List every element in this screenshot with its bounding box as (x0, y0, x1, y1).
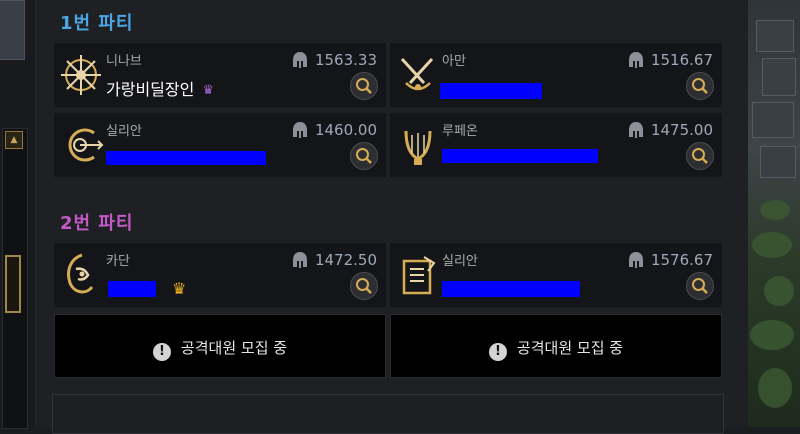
member-class-name: 아만 (442, 54, 466, 69)
magnifier-icon (692, 278, 708, 294)
member-gear-score: 1460.00 (314, 121, 377, 139)
magnifier-icon (356, 148, 372, 164)
inspect-button[interactable] (686, 72, 714, 100)
member-gear-score: 1472.50 (314, 251, 377, 269)
helmet-icon (293, 252, 307, 268)
leader-crown-icon: ♛ (172, 279, 187, 298)
aman-emblem-icon (400, 57, 434, 91)
party-member-card[interactable]: 루페온 1475.00 (390, 113, 722, 177)
member-player-name: 가랑비딜장인 ♛ (106, 76, 214, 100)
member-gear-score: 1475.00 (650, 121, 713, 139)
bottom-frame (52, 394, 724, 434)
member-gear-score: 1516.67 (650, 51, 713, 69)
party-member-card[interactable]: 카단 ♛ 1472.50 (54, 243, 386, 307)
magnifier-icon (356, 78, 372, 94)
redacted-name-overlay (442, 149, 598, 163)
inspect-button[interactable] (350, 72, 378, 100)
redacted-name-overlay (440, 83, 542, 99)
party-member-card[interactable]: 니나브 가랑비딜장인 ♛ 1563.33 (54, 43, 386, 107)
magnifier-icon (692, 148, 708, 164)
magnifier-icon (356, 278, 372, 294)
member-class-name: 니나브 (106, 54, 142, 69)
helmet-icon (293, 122, 307, 138)
recruit-slot-content: ! 공격대원 모집 중 (391, 337, 721, 361)
party-member-card[interactable]: 실리안 1576.67 (390, 243, 722, 307)
scroll-up-arrow-icon[interactable]: ▲ (5, 131, 23, 149)
kadan-emblem-icon (67, 253, 94, 294)
exclamation-icon: ! (488, 343, 507, 361)
party-member-card[interactable]: 실리안 1460.00 (54, 113, 386, 177)
inspect-button[interactable] (350, 142, 378, 170)
recruit-slot-content: ! 공격대원 모집 중 (55, 337, 385, 361)
panel-edge-line (35, 0, 37, 427)
party-2-title: 2번 파티 (60, 213, 134, 234)
member-gear-score: 1576.67 (650, 251, 713, 269)
member-class-name: 실리안 (442, 254, 478, 269)
helmet-icon (629, 122, 643, 138)
helmet-icon (629, 52, 643, 68)
member-name-text: 가랑비딜장인 (106, 80, 195, 99)
recruit-slot[interactable]: ! 공격대원 모집 중 (390, 314, 722, 378)
party-1-title: 1번 파티 (60, 13, 134, 34)
redacted-name-overlay (442, 281, 580, 297)
exclamation-icon: ! (152, 343, 171, 361)
recruit-slot[interactable]: ! 공격대원 모집 중 (54, 314, 386, 378)
inspect-button[interactable] (350, 272, 378, 300)
member-class-name: 루페온 (442, 124, 478, 139)
member-gear-score: 1563.33 (314, 51, 377, 69)
lupeon-emblem-icon (404, 130, 432, 165)
purple-crown-icon: ♛ (202, 83, 214, 98)
scrollbar-thumb[interactable] (5, 255, 21, 313)
helmet-icon (293, 52, 307, 68)
recruit-slot-label: 공격대원 모집 중 (180, 339, 288, 357)
magnifier-icon (692, 78, 708, 94)
party-member-card[interactable]: 아만 1516.67 (390, 43, 722, 107)
background-scenery (748, 0, 800, 427)
inspect-button[interactable] (686, 142, 714, 170)
member-class-name: 실리안 (106, 124, 142, 139)
redacted-name-overlay (108, 281, 156, 297)
ninav-emblem-icon (61, 55, 101, 95)
inspect-button[interactable] (686, 272, 714, 300)
silian-emblem-icon (68, 128, 104, 162)
member-class-name: 카단 (106, 254, 130, 269)
helmet-icon (629, 252, 643, 268)
recruit-slot-label: 공격대원 모집 중 (516, 339, 624, 357)
left-side-tab[interactable] (0, 0, 25, 60)
silian-card-emblem-icon (402, 256, 436, 295)
redacted-name-overlay (106, 151, 266, 165)
